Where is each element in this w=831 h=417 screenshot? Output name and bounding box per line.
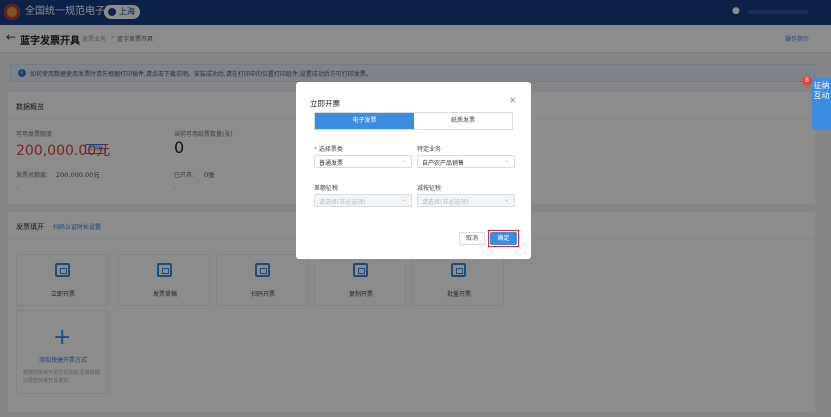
reduced-tax-label: 减按征税 <box>417 185 442 192</box>
invoice-type-tabs: 电子发票 纸质发票 <box>314 112 513 130</box>
chevron-down-icon: ⌄ <box>401 196 407 203</box>
select-value: 自产农产品销售 <box>422 160 465 167</box>
special-business-select[interactable]: 自产农产品销售 ⌄ <box>417 155 515 168</box>
interaction-side-tab[interactable]: 征纳互动 <box>812 78 831 130</box>
close-icon[interactable]: × <box>509 96 517 106</box>
differential-tax-label: 差额征税 <box>314 185 339 192</box>
cancel-button[interactable]: 取消 <box>459 232 485 245</box>
dialog-title: 立即开票 <box>310 99 340 108</box>
select-value: 普通发票 <box>319 160 344 167</box>
tab-paper-invoice[interactable]: 纸质发票 <box>414 113 512 129</box>
select-placeholder: 请选择(非必选项) <box>422 199 469 206</box>
reduced-tax-select[interactable]: 请选择(非必选项) ⌄ <box>417 194 515 207</box>
required-marker: * <box>314 146 317 153</box>
invoice-type-select[interactable]: 普通发票 ⌄ <box>314 155 412 168</box>
chevron-down-icon: ⌄ <box>504 196 510 203</box>
confirm-button[interactable]: 确定 <box>490 232 517 245</box>
chevron-down-icon: ⌄ <box>504 157 510 164</box>
differential-tax-select[interactable]: 请选择(非必选项) ⌄ <box>314 194 412 207</box>
special-business-label: 特定业务 <box>417 146 442 153</box>
field-label: 选择票类 <box>318 146 343 153</box>
issue-invoice-dialog: 立即开票 × 电子发票 纸质发票 * 选择票类 普通发票 ⌄ 特定业务 自产农产… <box>296 82 531 259</box>
invoice-type-label: * 选择票类 <box>314 144 343 153</box>
chevron-down-icon: ⌄ <box>401 157 407 164</box>
notification-badge: 8 <box>802 76 812 86</box>
select-placeholder: 请选择(非必选项) <box>319 199 366 206</box>
tab-electronic-invoice[interactable]: 电子发票 <box>315 113 414 129</box>
